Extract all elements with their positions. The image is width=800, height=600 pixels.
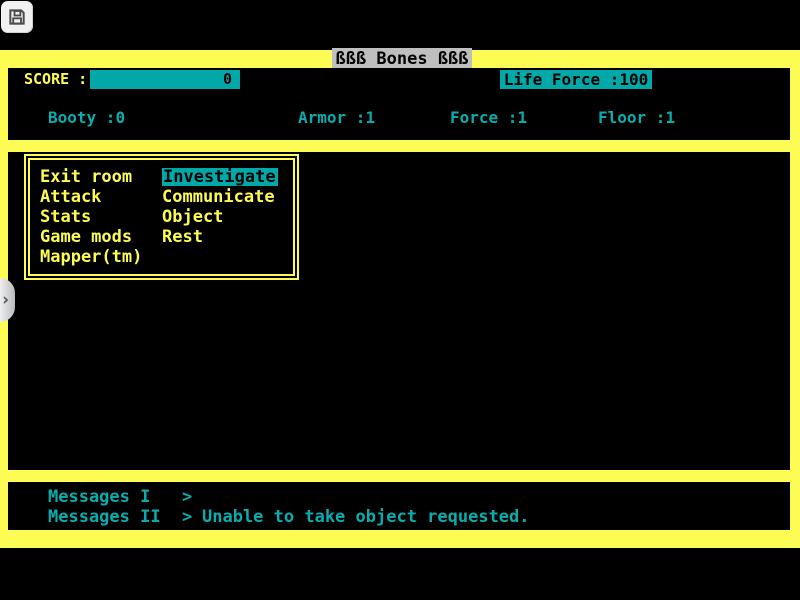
menu-item-attack[interactable]: Attack	[40, 187, 162, 207]
stat-booty-value: 0	[115, 108, 125, 127]
stat-armor-value: 1	[365, 108, 375, 127]
status-header: SCORE : 0 Life Force :100 Booty :0 Armor…	[8, 68, 790, 140]
menu-item-communicate[interactable]: Communicate	[162, 187, 293, 207]
title-text: ßßß Bones ßßß	[335, 49, 468, 69]
menu-column-left: Exit room Attack Stats Game mods Mapper(…	[40, 167, 162, 274]
menu-item-object[interactable]: Object	[162, 207, 293, 227]
menu-item-exit-room[interactable]: Exit room	[40, 167, 162, 187]
score-label: SCORE :	[24, 70, 87, 89]
main-panel: Exit room Attack Stats Game mods Mapper(…	[8, 152, 790, 470]
messages-2-text: Unable to take object requested.	[202, 507, 530, 527]
stat-booty: Booty :0	[48, 108, 125, 128]
menu-item-rest[interactable]: Rest	[162, 227, 293, 247]
menu-item-mapper[interactable]: Mapper(tm)	[40, 247, 162, 267]
messages-1-prompt: >	[182, 487, 192, 507]
score-value: 0	[223, 70, 232, 88]
stat-force-value: 1	[517, 108, 527, 127]
message-row-2: Messages II > Unable to take object requ…	[8, 507, 790, 527]
floppy-disk-icon	[7, 7, 27, 27]
score-bar: 0	[90, 70, 240, 89]
stat-armor: Armor :1	[298, 108, 375, 128]
game-screen: ßßß Bones ßßß SCORE : 0 Life Force :100 …	[0, 0, 800, 600]
chevron-right-icon: ›	[0, 290, 10, 310]
window-title: ßßß Bones ßßß	[332, 48, 472, 70]
life-force-badge: Life Force :100	[500, 70, 652, 89]
messages-2-prompt: >	[182, 507, 192, 527]
messages-1-label: Messages I	[48, 487, 150, 507]
messages-panel: Messages I > Messages II > Unable to tak…	[8, 482, 790, 530]
menu-column-right: Investigate Communicate Object Rest	[162, 167, 293, 274]
life-force-value: 100	[619, 70, 648, 89]
menu-item-investigate[interactable]: Investigate	[162, 167, 293, 187]
stat-floor-value: 1	[665, 108, 675, 127]
message-row-1: Messages I >	[8, 487, 790, 507]
stats-row: Booty :0 Armor :1 Force :1 Floor :1	[8, 108, 790, 128]
stat-force: Force :1	[450, 108, 527, 128]
menu-item-game-mods[interactable]: Game mods	[40, 227, 162, 247]
menu-item-stats[interactable]: Stats	[40, 207, 162, 227]
stat-floor: Floor :1	[598, 108, 675, 128]
messages-2-label: Messages II	[48, 507, 161, 527]
action-menu-inner: Exit room Attack Stats Game mods Mapper(…	[28, 158, 295, 276]
save-button[interactable]	[1, 1, 33, 33]
action-menu: Exit room Attack Stats Game mods Mapper(…	[24, 154, 299, 280]
